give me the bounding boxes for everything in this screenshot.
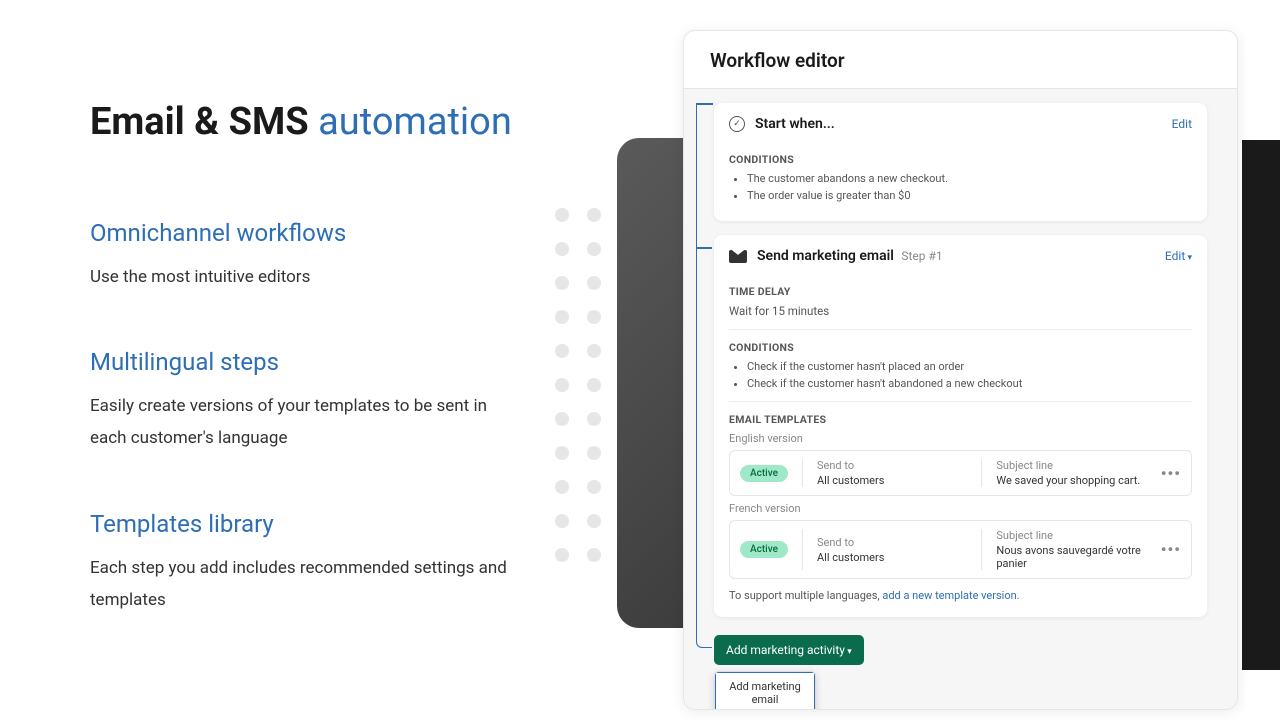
mail-icon xyxy=(729,250,747,263)
workflow-editor-panel: Workflow editor ✓ Start when... Edit CON… xyxy=(683,30,1238,710)
feature-templates: Templates library Each step you add incl… xyxy=(90,510,520,617)
condition-item: The order value is greater than $0 xyxy=(747,189,1192,202)
status-badge: Active xyxy=(740,465,788,482)
marketing-copy: Email & SMS automation Omnichannel workf… xyxy=(90,102,520,671)
feature-title: Multilingual steps xyxy=(90,348,520,376)
decorative-dots xyxy=(555,208,601,582)
title-accent: automation xyxy=(318,100,512,144)
start-trigger-card: ✓ Start when... Edit CONDITIONS The cust… xyxy=(714,103,1207,221)
edit-dropdown[interactable]: Edit xyxy=(1165,249,1192,263)
send-to-col: Send to All customers xyxy=(817,459,967,487)
feature-title: Omnichannel workflows xyxy=(90,219,520,247)
conditions-label: CONDITIONS xyxy=(729,341,1192,354)
workflow-connector xyxy=(696,247,712,249)
divider xyxy=(981,529,982,570)
divider xyxy=(802,459,803,487)
version-label: French version xyxy=(729,502,1192,515)
subject-value: We saved your shopping cart. xyxy=(996,474,1146,487)
version-label: English version xyxy=(729,432,1192,445)
divider xyxy=(729,401,1192,402)
feature-desc: Use the most intuitive editors xyxy=(90,261,520,293)
multilang-hint: To support multiple languages, add a new… xyxy=(729,589,1192,602)
conditions-list: The customer abandons a new checkout. Th… xyxy=(729,172,1192,202)
status-badge: Active xyxy=(740,541,788,558)
page-title: Email & SMS automation xyxy=(90,102,520,144)
subject-col: Subject line We saved your shopping cart… xyxy=(996,459,1146,487)
menu-item-email[interactable]: Add marketing email xyxy=(715,672,815,710)
feature-desc: Each step you add includes recommended s… xyxy=(90,552,520,617)
start-card-title: Start when... xyxy=(755,116,1162,132)
divider xyxy=(729,329,1192,330)
add-activity-button[interactable]: Add marketing activity xyxy=(714,635,864,665)
conditions-label: CONDITIONS xyxy=(729,153,1192,166)
send-to-col: Send to All customers xyxy=(817,536,967,564)
step-number: Step #1 xyxy=(901,249,942,263)
title-bold: Email & SMS xyxy=(90,100,309,144)
editor-title: Workflow editor xyxy=(684,31,1237,89)
subject-label: Subject line xyxy=(996,529,1146,542)
template-version-row[interactable]: Active Send to All customers Subject lin… xyxy=(729,520,1192,579)
add-version-link[interactable]: add a new template version. xyxy=(882,589,1019,602)
workflow-connector xyxy=(696,103,712,648)
time-delay-label: TIME DELAY xyxy=(729,285,1192,298)
more-actions-icon[interactable]: ••• xyxy=(1161,464,1181,483)
send-to-value: All customers xyxy=(817,551,967,564)
send-to-value: All customers xyxy=(817,474,967,487)
subject-label: Subject line xyxy=(996,459,1146,472)
more-actions-icon[interactable]: ••• xyxy=(1161,540,1181,559)
step-title-text: Send marketing email xyxy=(757,248,894,264)
feature-omnichannel: Omnichannel workflows Use the most intui… xyxy=(90,219,520,293)
condition-item: The customer abandons a new checkout. xyxy=(747,172,1192,185)
edit-link[interactable]: Edit xyxy=(1172,117,1192,131)
subject-value: Nous avons sauvegardé votre panier xyxy=(996,544,1146,570)
decorative-band xyxy=(1242,140,1280,670)
feature-title: Templates library xyxy=(90,510,520,538)
divider xyxy=(981,459,982,487)
check-circle-icon: ✓ xyxy=(729,116,745,132)
feature-desc: Easily create versions of your templates… xyxy=(90,390,520,455)
time-delay-value: Wait for 15 minutes xyxy=(729,304,1192,318)
step-card-title: Send marketing email Step #1 xyxy=(757,248,1155,264)
conditions-list: Check if the customer hasn't placed an o… xyxy=(729,360,1192,390)
hint-prefix: To support multiple languages, xyxy=(729,589,882,602)
template-version-row[interactable]: Active Send to All customers Subject lin… xyxy=(729,450,1192,496)
send-to-label: Send to xyxy=(817,536,967,549)
feature-multilingual: Multilingual steps Easily create version… xyxy=(90,348,520,455)
email-step-card: Send marketing email Step #1 Edit TIME D… xyxy=(714,235,1207,617)
send-to-label: Send to xyxy=(817,459,967,472)
subject-col: Subject line Nous avons sauvegardé votre… xyxy=(996,529,1146,570)
condition-item: Check if the customer hasn't abandoned a… xyxy=(747,377,1192,390)
templates-label: EMAIL TEMPLATES xyxy=(729,413,1192,426)
condition-item: Check if the customer hasn't placed an o… xyxy=(747,360,1192,373)
divider xyxy=(802,529,803,570)
add-activity-menu: Add marketing email Add marketing SMS xyxy=(714,671,816,710)
